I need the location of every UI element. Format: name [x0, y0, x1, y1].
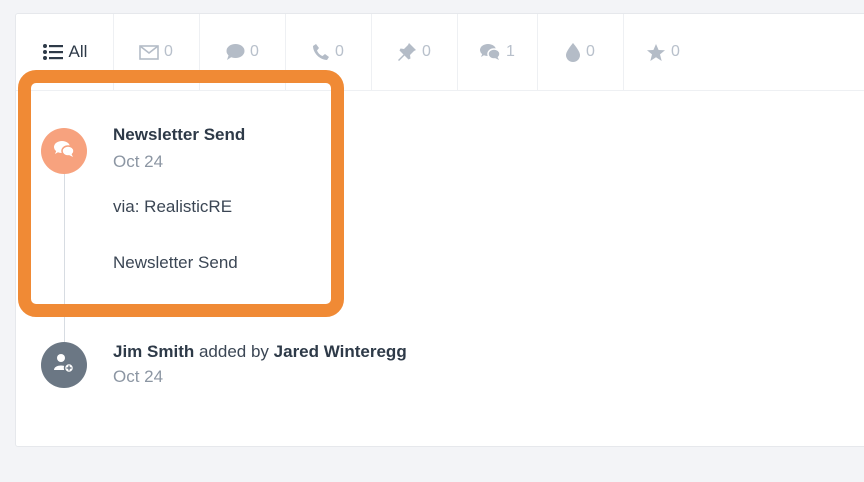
tab-chats[interactable]: 1	[457, 14, 538, 90]
added-by-text: added by	[194, 342, 274, 361]
phone-icon	[312, 43, 330, 61]
contact-added-avatar	[41, 342, 87, 388]
tab-all-label: All	[68, 42, 88, 61]
tab-email-count: 0	[164, 43, 173, 60]
event-body: Newsletter Send	[113, 253, 238, 272]
event-date: Oct 24	[113, 367, 164, 386]
list-icon	[42, 42, 64, 62]
timeline-line	[64, 172, 65, 348]
tab-pins[interactable]: 0	[371, 14, 458, 90]
envelope-icon	[139, 44, 159, 60]
tab-drips[interactable]: 0	[537, 14, 624, 90]
event-via: via: RealisticRE	[113, 197, 233, 216]
chats-icon	[53, 140, 75, 163]
tab-all[interactable]: All	[16, 14, 114, 90]
tab-comments[interactable]: 0	[199, 14, 286, 90]
pushpin-icon	[397, 42, 417, 62]
chats-icon	[479, 43, 501, 61]
tab-favorites[interactable]: 0	[623, 14, 703, 90]
tab-chats-count: 1	[506, 43, 515, 60]
tab-email[interactable]: 0	[113, 14, 200, 90]
drop-icon	[565, 42, 581, 62]
activity-card: All 0 0 0 0 1 0 0 Newsletter Send Oct 24…	[15, 13, 864, 447]
tab-favorites-count: 0	[671, 43, 680, 60]
newsletter-event-avatar	[41, 128, 87, 174]
contact-name-link[interactable]: Jim Smith	[113, 342, 194, 361]
tab-comments-count: 0	[250, 43, 259, 60]
tab-calls-count: 0	[335, 43, 344, 60]
comment-icon	[225, 43, 245, 61]
tab-drips-count: 0	[586, 43, 595, 60]
add-user-icon	[53, 352, 75, 379]
tab-calls[interactable]: 0	[285, 14, 372, 90]
tab-pins-count: 0	[422, 43, 431, 60]
actor-name-link[interactable]: Jared Winteregg	[274, 342, 407, 361]
contact-added-line: Jim Smith added by Jared Winteregg	[113, 342, 407, 362]
star-icon	[646, 43, 666, 62]
event-title: Newsletter Send	[113, 125, 246, 144]
activity-filter-tabs: All 0 0 0 0 1 0 0	[16, 14, 864, 91]
event-date: Oct 24	[113, 152, 164, 171]
